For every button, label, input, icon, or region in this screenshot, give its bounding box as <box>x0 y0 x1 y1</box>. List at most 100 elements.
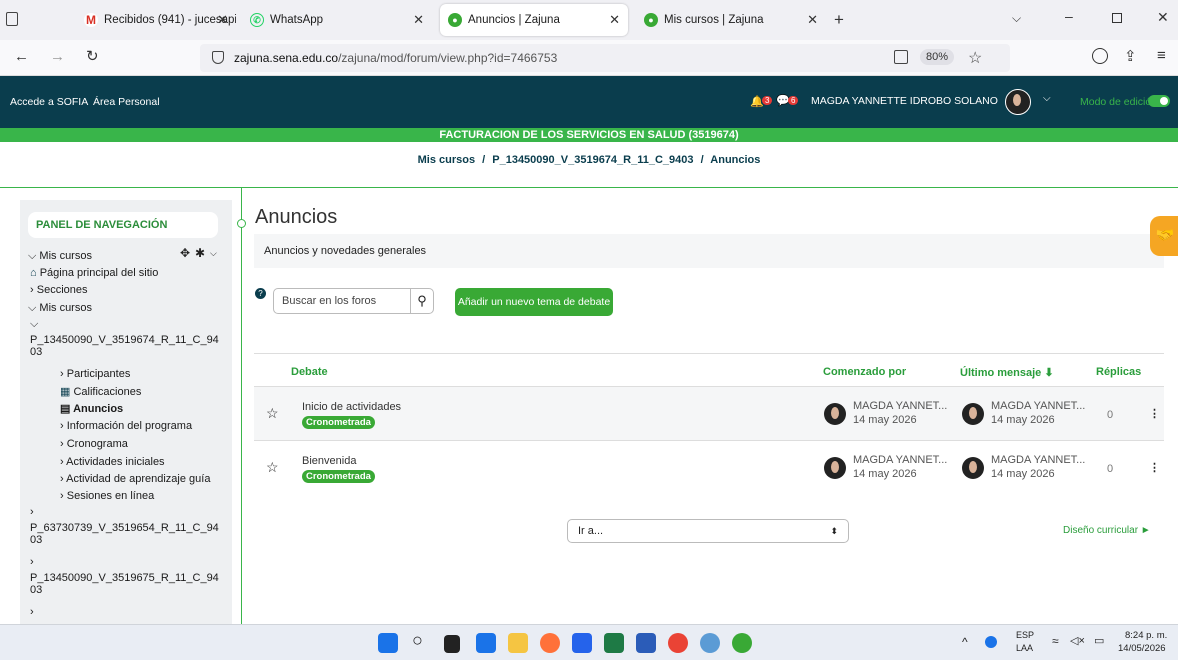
goto-select[interactable]: Ir a... ⬍ <box>567 519 849 543</box>
tab-mis-cursos[interactable]: ● Mis cursos | Zajuna ✕ <box>636 4 826 36</box>
nav-course-2[interactable]: P_63730739_V_3519654_R_11_C_94 03 <box>30 522 219 546</box>
nav-mis-cursos-2[interactable]: ⌵ Mis cursos <box>28 302 92 315</box>
chevron-down-icon[interactable]: ⌵ <box>210 248 217 259</box>
move-icon[interactable]: ✥ <box>180 246 190 260</box>
nav-home[interactable]: ⌂ Página principal del sitio <box>30 267 158 279</box>
col-last[interactable]: Último mensaje ⬇ <box>960 366 1054 379</box>
nav-anuncios[interactable]: ▤ Anuncios <box>60 402 123 415</box>
zajuna-icon[interactable] <box>732 633 752 653</box>
nav-participantes[interactable]: › Participantes <box>60 368 130 380</box>
task-view-icon[interactable] <box>444 635 460 653</box>
nav-sesiones[interactable]: › Sesiones en línea <box>60 490 154 502</box>
zoom-badge[interactable]: 80% <box>920 49 955 65</box>
nav-actividades-iniciales[interactable]: › Actividades iniciales <box>60 456 165 468</box>
nav-cronograma[interactable]: › Cronograma <box>60 438 128 450</box>
chevron-down-icon[interactable]: ⌵ <box>30 318 38 331</box>
shield-tray-icon[interactable] <box>985 636 997 648</box>
edit-mode-toggle[interactable] <box>1148 95 1170 107</box>
table-row[interactable]: ☆ Inicio de actividades Cronometrada MAG… <box>254 386 1164 440</box>
nav-course-1[interactable]: P_13450090_V_3519674_R_11_C_94 03 <box>30 334 219 358</box>
user-name[interactable]: MAGDA YANNETTE IDROBO SOLANO <box>811 95 998 107</box>
last-author[interactable]: MAGDA YANNET... <box>991 400 1085 412</box>
last-date[interactable]: 14 may 2026 <box>991 468 1055 480</box>
chevron-right-icon[interactable]: › <box>30 606 34 618</box>
forward-icon[interactable]: → <box>50 48 65 65</box>
help-icon[interactable]: ? <box>255 288 266 299</box>
tab-gmail[interactable]: M Recibidos (941) - jucesapin@gm ✕ <box>76 4 236 36</box>
avatar[interactable] <box>1005 89 1031 115</box>
close-window-icon[interactable]: ✕ <box>1157 9 1169 26</box>
table-row[interactable]: ☆ Bienvenida Cronometrada MAGDA YANNET..… <box>254 440 1164 494</box>
chevron-right-icon[interactable]: › <box>30 506 34 518</box>
author-name[interactable]: MAGDA YANNET... <box>853 400 947 412</box>
clock-date[interactable]: 14/05/2026 <box>1118 643 1166 654</box>
last-date[interactable]: 14 may 2026 <box>991 414 1055 426</box>
share-icon[interactable]: ⇪ <box>1124 47 1137 65</box>
chevron-down-icon[interactable]: ⌵ <box>1012 11 1021 26</box>
close-icon[interactable]: ✕ <box>609 12 620 28</box>
restore-icon[interactable] <box>1112 13 1122 23</box>
nav-informacion[interactable]: › Información del programa <box>60 420 192 432</box>
save-page-icon[interactable] <box>894 50 908 64</box>
word-icon[interactable] <box>636 633 656 653</box>
area-personal-link[interactable]: Área Personal <box>93 96 160 108</box>
reload-icon[interactable]: ↻ <box>86 47 99 65</box>
nav-calificaciones[interactable]: ▦ Calificaciones <box>60 385 141 398</box>
add-discussion-button[interactable]: Añadir un nuevo tema de debate <box>455 288 613 316</box>
author-name[interactable]: MAGDA YANNET... <box>853 454 947 466</box>
url-bar[interactable]: zajuna.sena.edu.co/zajuna/mod/forum/view… <box>200 44 1010 72</box>
col-started[interactable]: Comenzado por <box>823 366 906 378</box>
more-icon[interactable]: ⋮ <box>1149 407 1160 420</box>
gear-icon[interactable]: ✱ <box>195 246 205 260</box>
battery-icon[interactable]: ▭ <box>1094 634 1104 647</box>
file-explorer-icon[interactable] <box>508 633 528 653</box>
discussion-title[interactable]: Bienvenida <box>302 455 356 467</box>
volume-icon[interactable]: ◁× <box>1070 634 1085 647</box>
tab-anuncios[interactable]: ● Anuncios | Zajuna ✕ <box>440 4 628 36</box>
breadcrumb-course[interactable]: P_13450090_V_3519674_R_11_C_9403 <box>492 154 693 166</box>
chevron-down-icon[interactable]: ⌵ <box>1043 93 1051 104</box>
star-icon[interactable]: ☆ <box>968 48 982 68</box>
chrome-icon[interactable] <box>668 633 688 653</box>
discussion-title[interactable]: Inicio de actividades <box>302 401 401 413</box>
close-icon[interactable]: ✕ <box>807 12 818 28</box>
close-icon[interactable]: ✕ <box>413 12 424 28</box>
language-top[interactable]: ESP <box>1016 630 1034 640</box>
chevron-right-icon[interactable]: › <box>30 556 34 568</box>
breadcrumb-mis-cursos[interactable]: Mis cursos <box>418 154 475 166</box>
widgets-icon[interactable] <box>476 633 496 653</box>
new-tab-icon[interactable]: + <box>834 10 844 30</box>
back-icon[interactable]: ← <box>14 48 29 65</box>
language-bottom[interactable]: LAA <box>1016 643 1033 653</box>
wifi-icon[interactable]: ≈ <box>1052 634 1059 648</box>
sofia-link[interactable]: Accede a SOFIA <box>10 96 88 108</box>
excel-icon[interactable] <box>604 633 624 653</box>
nav-course-3[interactable]: P_13450090_V_3519675_R_11_C_94 03 <box>30 572 219 596</box>
col-replies[interactable]: Réplicas <box>1096 366 1141 378</box>
search-icon[interactable]: ○ <box>412 630 423 651</box>
col-debate[interactable]: Debate <box>291 366 328 378</box>
handshake-icon[interactable]: 🤝 <box>1150 216 1178 256</box>
tab-whatsapp[interactable]: ✆ WhatsApp ✕ <box>242 4 432 36</box>
nav-mis-cursos[interactable]: ⌵ Mis cursos <box>28 250 92 263</box>
chevron-up-icon[interactable]: ^ <box>962 635 968 649</box>
store-icon[interactable] <box>572 633 592 653</box>
search-icon[interactable]: ⚲ <box>410 288 434 314</box>
firefox-icon[interactable] <box>540 633 560 653</box>
star-icon[interactable]: ☆ <box>266 405 279 422</box>
star-icon[interactable]: ☆ <box>266 459 279 476</box>
next-activity-link[interactable]: Diseño curricular ► <box>1063 525 1151 536</box>
last-author[interactable]: MAGDA YANNET... <box>991 454 1085 466</box>
nav-actividad-guia[interactable]: › Actividad de aprendizaje guía <box>60 473 210 485</box>
close-icon[interactable]: ✕ <box>217 12 228 28</box>
windows-icon[interactable] <box>378 633 398 653</box>
app-icon[interactable] <box>700 633 720 653</box>
menu-icon[interactable]: ≡ <box>1157 47 1166 64</box>
more-icon[interactable]: ⋮ <box>1149 461 1160 474</box>
account-icon[interactable] <box>1092 48 1108 64</box>
tab-list-icon[interactable] <box>6 12 18 26</box>
minimize-icon[interactable]: – <box>1065 8 1073 24</box>
search-input[interactable]: Buscar en los foros <box>273 288 411 314</box>
nav-secciones[interactable]: › Secciones <box>30 284 88 296</box>
clock-time[interactable]: 8:24 p. m. <box>1125 630 1167 641</box>
